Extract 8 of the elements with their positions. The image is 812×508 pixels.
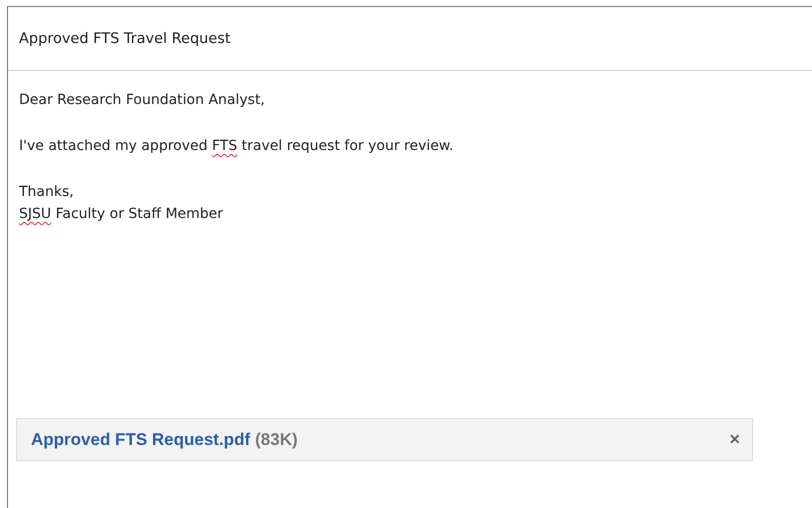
email-subject: Approved FTS Travel Request bbox=[19, 30, 231, 46]
attachment-link[interactable]: Approved FTS Request.pdf bbox=[31, 430, 250, 450]
message-line: I've attached my approved FTS travel request for your review. bbox=[19, 137, 454, 155]
attachment-size: (83K) bbox=[255, 430, 298, 450]
message-line: Thanks, bbox=[19, 183, 75, 201]
message-line: SJSU Faculty or Staff Member bbox=[19, 205, 224, 223]
message-line: Dear Research Foundation Analyst, bbox=[19, 91, 266, 109]
remove-attachment-button[interactable]: × bbox=[727, 429, 742, 450]
